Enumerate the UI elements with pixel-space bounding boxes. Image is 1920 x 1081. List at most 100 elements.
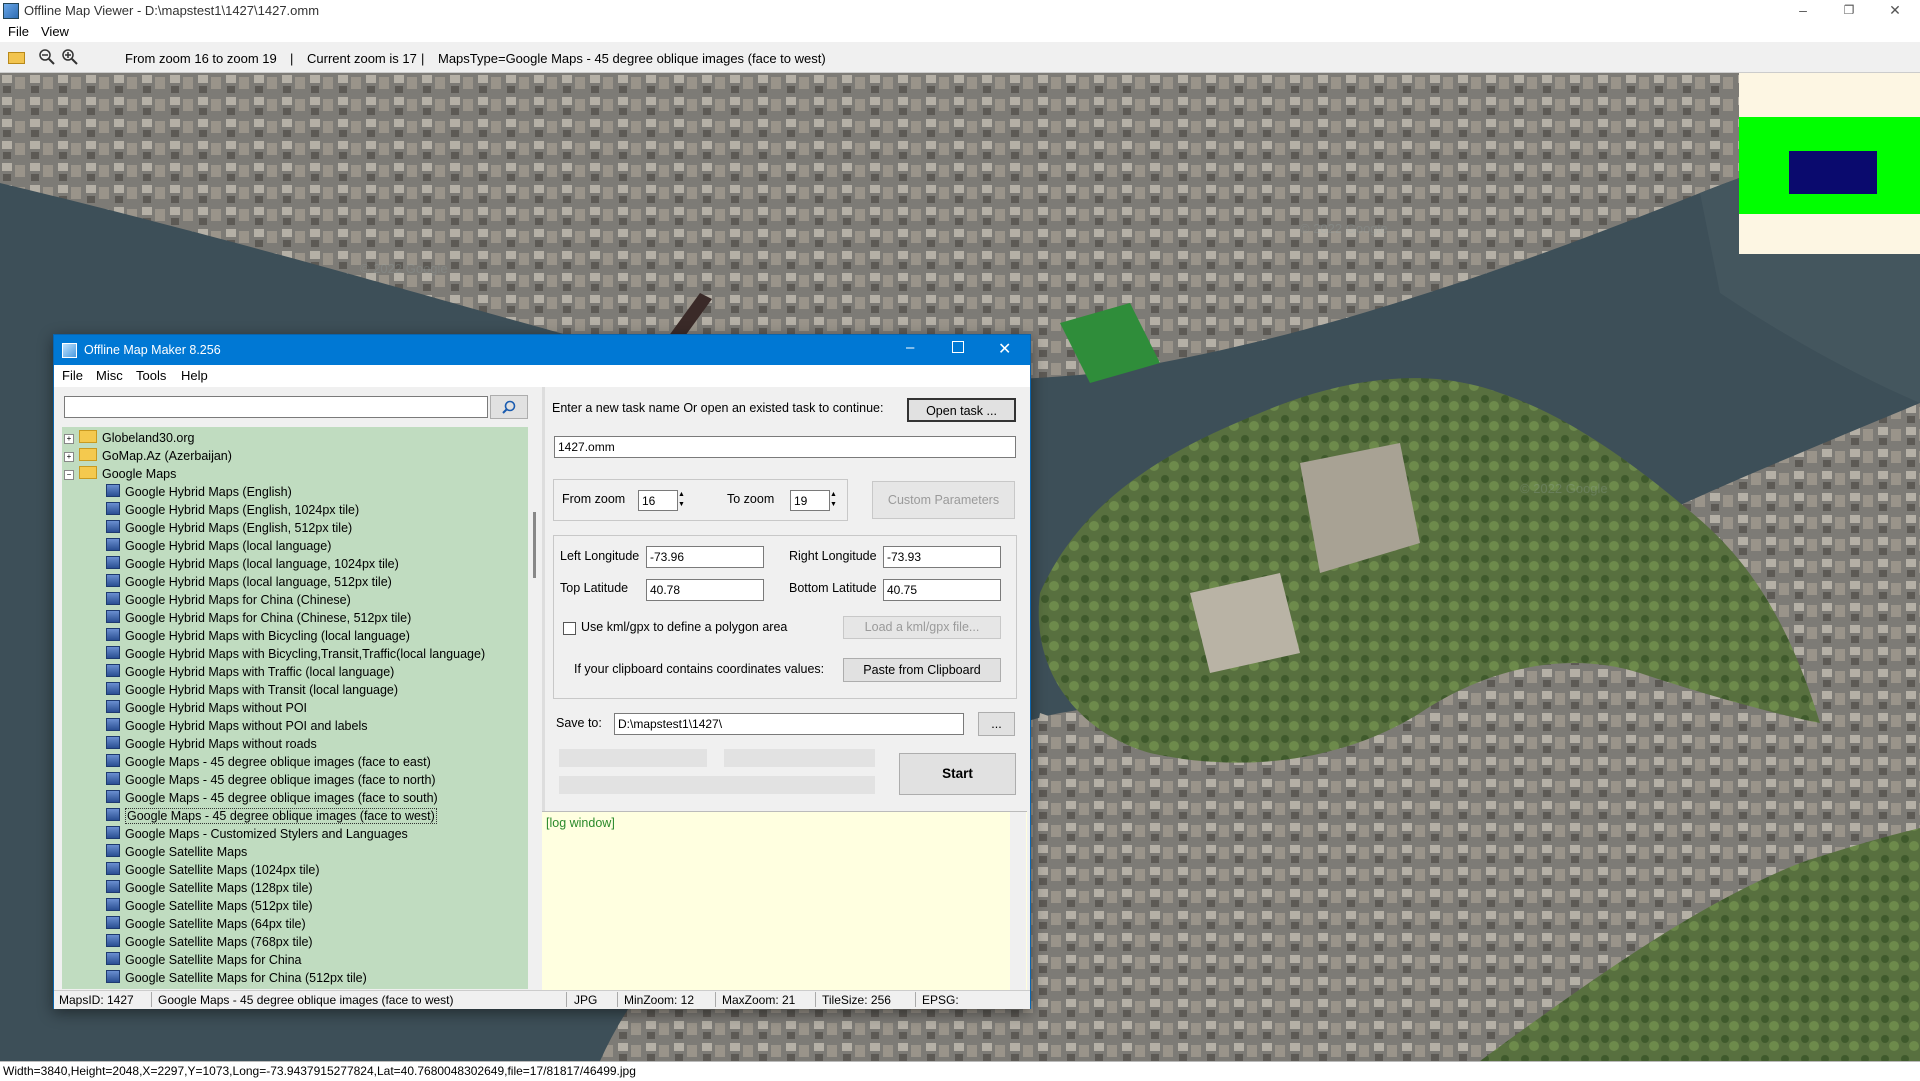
log-window[interactable]: [log window] [542,811,1027,990]
tree-item[interactable]: Google Maps - 45 degree oblique images (… [106,771,436,789]
zoom-group: From zoom ▲▼ To zoom ▲▼ [553,479,848,521]
tree-item-label: Google Hybrid Maps with Bicycling,Transi… [125,647,486,661]
close-button[interactable]: ✕ [1872,0,1918,22]
menu-view[interactable]: View [41,24,69,39]
menu-file[interactable]: File [8,24,29,39]
tree-item[interactable]: Google Maps - 45 degree oblique images (… [106,789,438,807]
clipboard-label: If your clipboard contains coordinates v… [574,662,825,676]
paste-clipboard-button[interactable]: Paste from Clipboard [843,658,1001,682]
tree-item[interactable]: Google Hybrid Maps (English, 512px tile) [106,519,352,537]
tree-item-label: Google Hybrid Maps for China (Chinese) [125,593,351,607]
browse-button[interactable]: ... [978,712,1015,736]
tree-item[interactable]: Google Hybrid Maps with Bicycling,Transi… [106,645,485,663]
tree-scrollbar[interactable] [528,427,542,989]
tree-item[interactable]: Google Maps - Customized Stylers and Lan… [106,825,408,843]
tree-expander-icon[interactable]: + [64,434,74,444]
dialog-minimize-button[interactable]: – [906,339,914,356]
dialog-menu-file[interactable]: File [62,368,83,383]
tree-item[interactable]: Google Hybrid Maps without POI and label… [106,717,368,735]
overview-viewport[interactable] [1789,151,1877,194]
task-name-field[interactable] [554,436,1016,458]
map-icon [106,502,120,515]
app-icon [62,343,77,358]
tree-item[interactable]: Google Satellite Maps (128px tile) [106,879,313,897]
tree-item[interactable]: Google Hybrid Maps (English) [106,483,292,501]
tree-item[interactable]: Google Hybrid Maps with Bicycling (local… [106,627,410,645]
tree-item-label: Google Hybrid Maps (local language, 1024… [125,557,399,571]
kml-label: Use kml/gpx to define a polygon area [581,620,788,634]
dialog-menu-tools[interactable]: Tools [136,368,166,383]
bottom-latitude-field[interactable] [883,579,1001,601]
tree-item[interactable]: Google Satellite Maps [106,843,247,861]
tree-item[interactable]: Google Hybrid Maps (local language, 1024… [106,555,399,573]
kml-checkbox[interactable] [563,622,576,635]
map-icon [106,970,120,983]
zoom-out-icon[interactable] [38,48,56,66]
tree-item[interactable]: Google Satellite Maps (768px tile) [106,933,313,951]
open-folder-icon[interactable] [8,52,25,64]
zoom-in-icon[interactable] [61,48,79,66]
tree-folder[interactable]: − Google Maps [64,465,176,483]
tree-item[interactable]: Google Satellite Maps (64px tile) [106,915,306,933]
tree-item[interactable]: Google Maps - 45 degree oblique images (… [106,753,431,771]
dialog-menu-help[interactable]: Help [181,368,208,383]
tree-item-label: GoMap.Az (Azerbaijan) [102,449,232,463]
tree-item[interactable]: Google Hybrid Maps with Traffic (local l… [106,663,394,681]
tree-item[interactable]: Google Satellite Maps for China [106,951,301,969]
to-zoom-spin-icon[interactable]: ▲ ▼ [830,490,837,510]
map-search-input[interactable] [64,396,488,418]
maps-type-text: MapsType=Google Maps - 45 degree oblique… [438,51,826,66]
tree-item-label: Google Hybrid Maps without roads [125,737,317,751]
load-kml-button[interactable]: Load a kml/gpx file... [843,616,1001,639]
tree-expander-icon[interactable]: − [64,470,74,480]
tree-item-label: Google Satellite Maps (768px tile) [125,935,313,949]
tile-size-status: TileSize: 256 [822,993,891,1007]
map-icon [106,718,120,731]
map-icon [106,700,120,713]
log-scrollbar[interactable] [1010,812,1026,990]
dialog-maximize-button[interactable] [952,341,964,353]
map-icon [106,664,120,677]
top-latitude-field[interactable] [646,579,764,601]
dialog-menu-misc[interactable]: Misc [96,368,123,383]
tree-item-label: Google Satellite Maps for China [125,953,302,967]
tree-item[interactable]: Google Hybrid Maps (English, 1024px tile… [106,501,359,519]
tree-scrollbar-thumb[interactable] [533,512,536,578]
tree-item[interactable]: Google Satellite Maps for China (512px t… [106,969,367,987]
minimize-button[interactable]: – [1780,0,1826,22]
tree-item[interactable]: Google Hybrid Maps (local language, 512p… [106,573,392,591]
tree-item[interactable]: Google Maps - 45 degree oblique images (… [106,807,437,825]
tree-item[interactable]: Google Hybrid Maps with Transit (local l… [106,681,398,699]
tree-item[interactable]: Google Hybrid Maps for China (Chinese) [106,591,351,609]
search-button[interactable] [490,395,528,419]
tree-item[interactable]: Google Satellite Maps (1024px tile) [106,861,320,879]
tree-item[interactable]: Google Hybrid Maps without POI [106,699,307,717]
overview-map[interactable] [1739,73,1920,254]
from-zoom-spin-icon[interactable]: ▲ ▼ [678,490,685,510]
dialog-close-button[interactable]: ✕ [998,339,1011,359]
maps-id-status: MapsID: 1427 [59,993,134,1007]
tree-item[interactable]: Google Satellite Maps (512px tile) [106,897,313,915]
tree-expander-icon[interactable]: + [64,452,74,462]
tree-folder[interactable]: + Globeland30.org [64,429,194,447]
map-source-tree[interactable]: + Globeland30.org + GoMap.Az (Azerbaijan) − G… [62,427,528,989]
map-icon [106,916,120,929]
right-longitude-field[interactable] [883,546,1001,568]
tree-folder[interactable]: + GoMap.Az (Azerbaijan) [64,447,232,465]
save-path-field[interactable] [614,713,964,735]
open-task-button[interactable]: Open task ... [907,398,1016,422]
tree-item[interactable]: Google Hybrid Maps for China (Chinese, 5… [106,609,411,627]
map-icon [106,646,120,659]
left-longitude-field[interactable] [646,546,764,568]
restore-button[interactable]: ❐ [1826,0,1872,22]
tree-item[interactable]: Google Hybrid Maps (local language) [106,537,331,555]
coordinates-group: Left Longitude Right Longitude Top Latit… [553,535,1017,699]
from-zoom-spinner[interactable] [638,490,678,511]
format-status: JPG [574,993,598,1007]
custom-parameters-button[interactable]: Custom Parameters [872,481,1015,519]
to-zoom-spinner[interactable] [790,490,830,511]
tree-item[interactable]: Google Hybrid Maps without roads [106,735,317,753]
folder-icon [79,448,97,461]
map-icon [106,736,120,749]
start-button[interactable]: Start [899,753,1016,795]
